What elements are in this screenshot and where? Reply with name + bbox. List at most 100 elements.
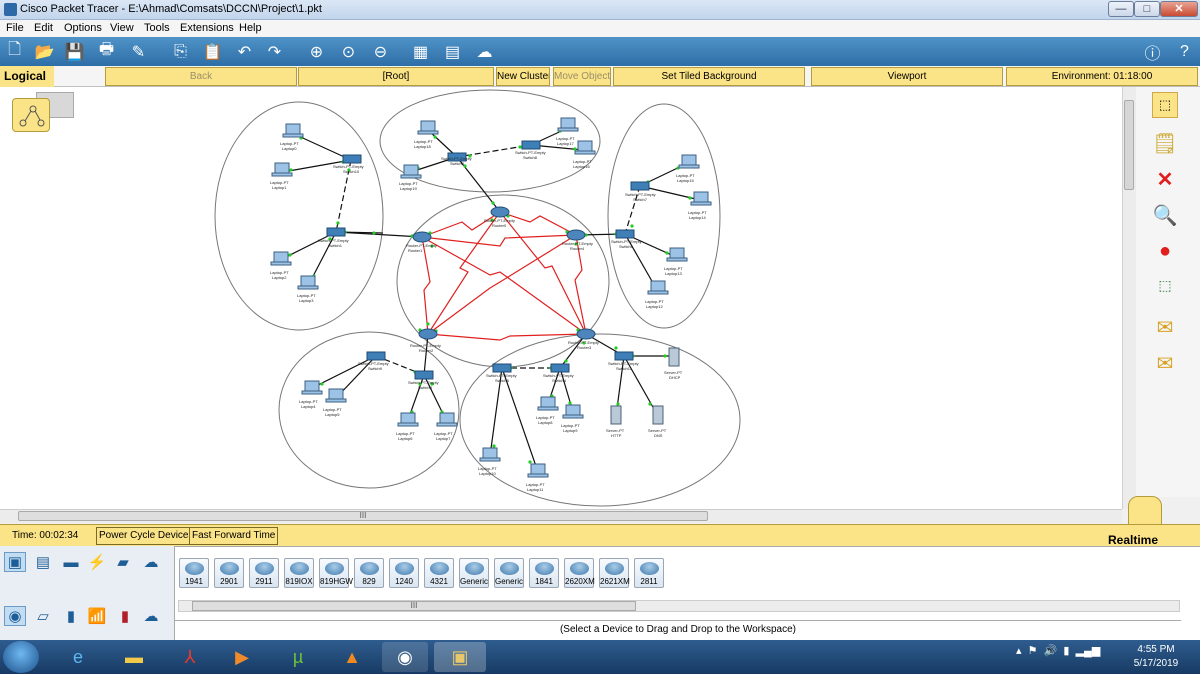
router-icon <box>535 562 554 575</box>
device-tile[interactable]: 2621XM <box>599 558 630 588</box>
laptop-label: Laptop13 <box>665 271 682 276</box>
palette-icon[interactable]: ▦ <box>410 41 431 62</box>
minimize-button[interactable]: — <box>1108 1 1134 17</box>
laptop-label: Laptop1 <box>272 185 287 190</box>
device-tile[interactable]: 1240 <box>389 558 419 588</box>
zoom-in-icon[interactable]: ⊕ <box>306 41 327 62</box>
components-icon[interactable]: ▬ <box>60 552 82 572</box>
multiuser-icon[interactable]: ☁ <box>140 552 162 572</box>
device-tile[interactable]: 2911 <box>249 558 279 588</box>
realtime-mode-label[interactable]: Realtime <box>1108 533 1158 547</box>
menu-edit[interactable]: Edit <box>34 22 53 34</box>
new-file-icon[interactable]: 🗋 <box>4 41 25 62</box>
custom-device-icon[interactable]: ▤ <box>442 41 463 62</box>
select-tool-icon[interactable]: ⬚ <box>1152 92 1178 118</box>
activity-wizard-icon[interactable]: ✎ <box>128 41 149 62</box>
vlc-icon[interactable]: ▲ <box>334 642 370 672</box>
maximize-button[interactable]: □ <box>1134 1 1160 17</box>
router-icon <box>325 562 344 575</box>
menu-view[interactable]: View <box>110 22 134 34</box>
router-icon <box>465 562 484 575</box>
laptop-label: Laptop4 <box>301 404 316 409</box>
viewport-button[interactable]: Viewport <box>811 67 1003 86</box>
note-tool-icon[interactable]: 🗒 <box>1152 130 1178 156</box>
device-tile[interactable]: 819IOX <box>284 558 314 588</box>
wan-emulation-icon[interactable]: ☁ <box>140 606 162 626</box>
device-tile[interactable]: Generic <box>459 558 489 588</box>
device-tile[interactable]: 4321 <box>424 558 454 588</box>
zoom-reset-icon[interactable]: ⊙ <box>338 41 359 62</box>
laptop-label: Laptop0 <box>282 146 297 151</box>
internet-explorer-icon[interactable]: e <box>60 642 96 672</box>
realtime-clock-icon[interactable] <box>1128 496 1162 526</box>
move-object-button[interactable]: Move Object <box>553 67 611 86</box>
device-tile[interactable]: 2901 <box>214 558 244 588</box>
device-tile[interactable]: 829 <box>354 558 384 588</box>
set-tiled-background-button[interactable]: Set Tiled Background <box>613 67 805 86</box>
menu-options[interactable]: Options <box>64 22 102 34</box>
device-list-scroll-thumb[interactable]: III <box>192 601 636 611</box>
menu-extensions[interactable]: Extensions <box>180 22 234 34</box>
device-tile[interactable]: 819HGW <box>319 558 353 588</box>
logical-tab[interactable]: Logical <box>0 66 54 87</box>
file-explorer-icon[interactable]: ▬ <box>116 642 152 672</box>
undo-icon[interactable]: ↶ <box>234 41 255 62</box>
device-tile[interactable]: Generic <box>494 558 524 588</box>
acrobat-icon[interactable]: ⅄ <box>172 642 208 672</box>
new-cluster-button[interactable]: New Cluster <box>496 67 550 86</box>
paste-icon[interactable]: 📋 <box>202 41 223 62</box>
router-icon <box>395 562 414 575</box>
laptop-label: Laptop17 <box>557 141 574 146</box>
network-devices-icon[interactable]: ▣ <box>4 552 26 572</box>
switch-label: Switch9 <box>368 366 383 371</box>
media-player-icon[interactable]: ▶ <box>224 642 260 672</box>
vertical-scroll-thumb[interactable] <box>1124 100 1134 190</box>
packet-tracer-taskbar-icon[interactable]: ▣ <box>434 642 486 672</box>
router-icon <box>570 562 589 575</box>
menu-help[interactable]: Help <box>239 22 262 34</box>
power-cycle-button[interactable]: Power Cycle Devices <box>96 527 197 545</box>
security-icon[interactable]: ▮ <box>114 606 136 626</box>
device-tile[interactable]: 1941 <box>179 558 209 588</box>
device-tile[interactable]: 2620XM <box>564 558 595 588</box>
connections-icon[interactable]: ⚡ <box>86 552 108 572</box>
help-icon[interactable]: ? <box>1174 41 1195 62</box>
menu-tools[interactable]: Tools <box>144 22 170 34</box>
clock-time: 4:55 PM <box>1137 644 1175 655</box>
hubs-icon[interactable]: ▮ <box>60 606 82 626</box>
cloud-icon[interactable]: ☁ <box>474 41 495 62</box>
routers-icon[interactable]: ◉ <box>4 606 26 626</box>
root-button[interactable]: [Root] <box>298 67 494 86</box>
close-button[interactable]: ✕ <box>1160 1 1198 17</box>
save-icon[interactable]: 💾 <box>64 41 85 62</box>
menu-file[interactable]: File <box>6 22 24 34</box>
add-simple-pdu-icon[interactable]: ✉ <box>1152 314 1178 340</box>
print-icon[interactable]: 🖶 <box>96 41 117 62</box>
utorrent-icon[interactable]: µ <box>280 642 316 672</box>
redo-icon[interactable]: ↷ <box>264 41 285 62</box>
device-tile[interactable]: 1841 <box>529 558 559 588</box>
miscellaneous-icon[interactable]: ▰ <box>112 552 134 572</box>
taskbar-clock[interactable]: 4:55 PM 5/17/2019 <box>1128 643 1184 671</box>
zoom-out-icon[interactable]: ⊖ <box>370 41 391 62</box>
open-folder-icon[interactable]: 📂 <box>34 41 55 62</box>
switches-icon[interactable]: ▱ <box>32 606 54 626</box>
copy-icon[interactable]: ⎘ <box>170 41 191 62</box>
draw-shape-icon[interactable]: ● <box>1152 238 1178 264</box>
network-info-icon[interactable]: ⓘ <box>1142 41 1163 63</box>
wireless-devices-icon[interactable]: 📶 <box>86 606 108 626</box>
end-devices-icon[interactable]: ▤ <box>32 552 54 572</box>
fast-forward-button[interactable]: Fast Forward Time <box>189 527 279 545</box>
start-button-icon[interactable] <box>3 641 39 673</box>
chrome-icon[interactable]: ◉ <box>382 642 428 672</box>
system-tray[interactable]: ▴ ⚑ 🔊 ▮ ▂▄▆ <box>1016 644 1100 657</box>
horizontal-scroll-thumb[interactable]: III <box>18 511 708 521</box>
environment-button[interactable]: Environment: 01:18:00 <box>1006 67 1198 86</box>
add-complex-pdu-icon[interactable]: ✉ <box>1152 350 1178 376</box>
delete-tool-icon[interactable]: ✕ <box>1152 166 1178 192</box>
laptop-label: Laptop8 <box>538 420 553 425</box>
resize-shape-icon[interactable]: ⬚ <box>1152 272 1178 298</box>
device-tile[interactable]: 2811 <box>634 558 664 588</box>
inspect-tool-icon[interactable]: 🔍 <box>1152 202 1178 228</box>
back-button[interactable]: Back <box>105 67 297 86</box>
